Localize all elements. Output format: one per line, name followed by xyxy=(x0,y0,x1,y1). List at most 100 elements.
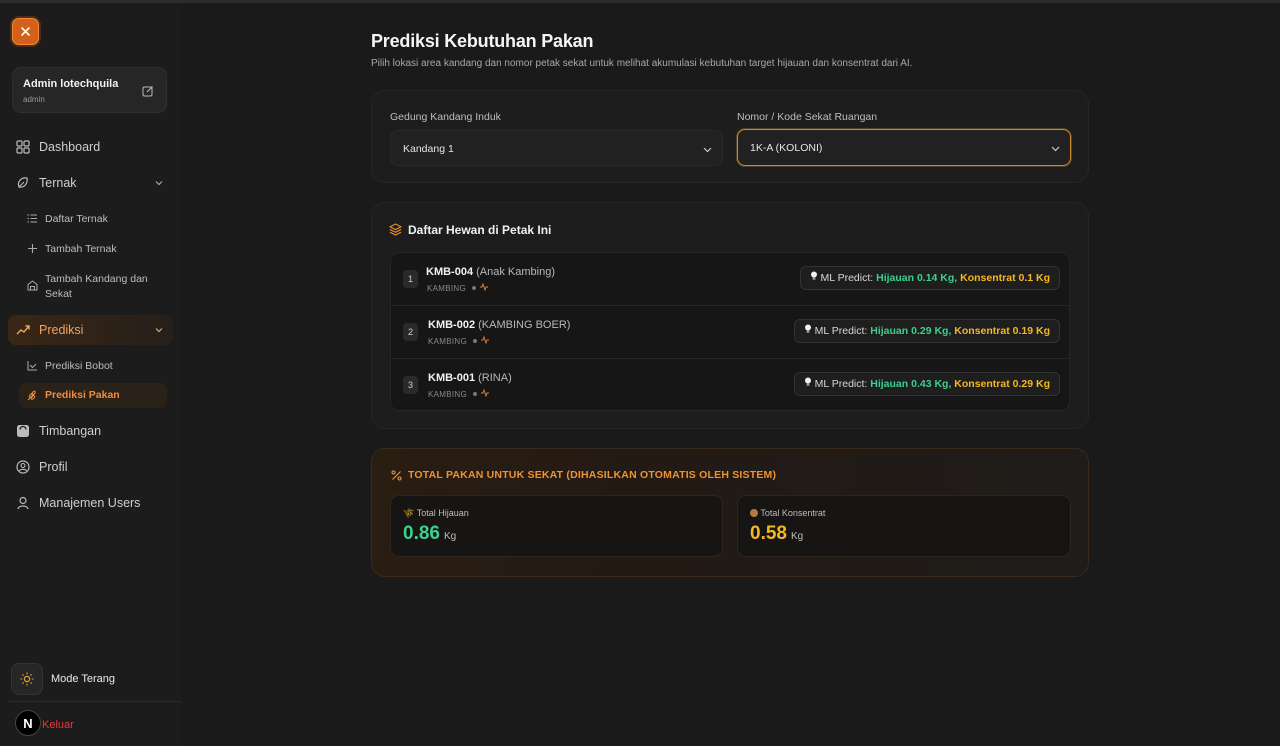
user-role: admin xyxy=(23,95,45,104)
row-number: 1 xyxy=(403,270,418,288)
list-item[interactable]: 3 KMB-001 (RINA) KAMBING ML Predict: Hij… xyxy=(391,359,1069,410)
lightbulb-icon xyxy=(804,324,811,333)
total-konsentrat-box: Total Konsentrat 0.58 Kg xyxy=(737,495,1071,557)
theme-toggle-button[interactable] xyxy=(11,663,43,695)
theme-toggle-label: Mode Terang xyxy=(51,673,116,685)
animal-type-text: KAMBING xyxy=(427,284,466,293)
chevron-down-icon xyxy=(703,147,712,153)
animal-type: KAMBING xyxy=(428,335,489,346)
list-icon xyxy=(27,214,37,223)
animal-code: KMB-001 (RINA) xyxy=(428,372,512,384)
nav-timbangan-label: Timbangan xyxy=(39,424,102,438)
barn-icon xyxy=(27,280,38,291)
nav-profil-label: Profil xyxy=(39,460,68,474)
nav-timbangan[interactable]: Timbangan xyxy=(8,416,173,446)
separator-dot xyxy=(472,286,476,290)
list-item[interactable]: 1 KMB-004 (Anak Kambing) KAMBING ML Pred… xyxy=(391,253,1069,306)
nav-manajemen-users-label: Manajemen Users xyxy=(39,496,141,510)
sidebar-item-label: Daftar Ternak xyxy=(45,213,108,225)
close-sidebar-button[interactable] xyxy=(12,18,39,45)
animal-type-text: KAMBING xyxy=(428,337,467,346)
plus-icon xyxy=(28,244,37,253)
building-select[interactable]: Kandang 1 xyxy=(390,130,723,166)
total-hijauan-value: 0.86 xyxy=(403,523,440,544)
total-section-title: TOTAL PAKAN UNTUK SEKAT (DIHASILKAN OTOM… xyxy=(408,469,777,481)
ml-predict-label: ML Predict: xyxy=(820,272,874,284)
hijauan-prediction: Hijauan 0.14 Kg, xyxy=(876,272,958,284)
separator-dot xyxy=(473,392,477,396)
chevron-down-icon xyxy=(1051,146,1060,152)
row-number: 2 xyxy=(403,323,418,341)
animal-name: (RINA) xyxy=(478,372,512,384)
user-card[interactable]: Admin lotechquila admin xyxy=(12,67,167,113)
ml-predict-badge: ML Predict: Hijauan 0.43 Kg, Konsentrat … xyxy=(793,372,1060,396)
animal-type: KAMBING xyxy=(428,388,489,399)
building-label: Gedung Kandang Induk xyxy=(390,111,501,123)
nav-dashboard[interactable]: Dashboard xyxy=(8,132,173,162)
total-hijauan-label-row: 🌾︎ Total Hijauan xyxy=(403,508,469,519)
total-hijauan-value-row: 0.86 Kg xyxy=(403,523,456,545)
sidebar-item-prediksi-pakan[interactable]: Prediksi Pakan xyxy=(19,383,167,408)
wheat-icon xyxy=(27,390,36,401)
sidebar-item-label: Prediksi Bobot xyxy=(45,360,113,372)
total-hijauan-label: Total Hijauan xyxy=(416,508,469,518)
total-konsentrat-value-row: 0.58 Kg xyxy=(750,523,803,545)
animal-code-text: KMB-001 xyxy=(428,372,476,384)
sidebar-item-label: Tambah Kandang dan Sekat xyxy=(45,273,148,300)
percent-icon xyxy=(391,470,402,481)
pellet-icon xyxy=(750,509,758,517)
pen-select[interactable]: 1K-A (KOLONI) xyxy=(737,129,1071,166)
chevron-down-icon xyxy=(155,181,163,186)
total-hijauan-box: 🌾︎ Total Hijauan 0.86 Kg xyxy=(390,495,723,557)
sidebar-item-tambah-kandang[interactable]: Tambah Kandang dan Sekat xyxy=(19,270,167,302)
unit-label: Kg xyxy=(790,531,804,542)
nav-ternak[interactable]: Ternak xyxy=(8,168,173,198)
animal-type-text: KAMBING xyxy=(428,390,467,399)
total-konsentrat-label-row: Total Konsentrat xyxy=(750,508,825,518)
divider xyxy=(8,701,181,702)
animal-code-text: KMB-002 xyxy=(428,319,476,331)
animal-code: KMB-002 (KAMBING BOER) xyxy=(428,319,570,331)
animal-code-text: KMB-004 xyxy=(426,266,474,278)
logout-button[interactable]: Keluar xyxy=(42,719,74,731)
chevron-down-icon xyxy=(155,328,163,333)
animal-type: KAMBING xyxy=(427,282,488,293)
scale-icon xyxy=(17,425,29,437)
unit-label: Kg xyxy=(443,531,457,542)
animal-name: (Anak Kambing) xyxy=(476,266,556,278)
activity-icon xyxy=(481,388,489,398)
edit-icon[interactable] xyxy=(142,85,154,97)
close-icon xyxy=(21,27,30,36)
layers-icon xyxy=(389,223,402,236)
konsentrat-prediction: Konsentrat 0.29 Kg xyxy=(954,378,1050,390)
building-select-value: Kandang 1 xyxy=(403,143,454,155)
nav-manajemen-users[interactable]: Manajemen Users xyxy=(8,488,173,518)
user-circle-icon xyxy=(16,460,30,474)
list-item[interactable]: 2 KMB-002 (KAMBING BOER) KAMBING ML Pred… xyxy=(391,306,1069,359)
page-subtitle: Pilih lokasi area kandang dan nomor peta… xyxy=(371,58,913,69)
nav-ternak-label: Ternak xyxy=(39,176,77,190)
filter-card: Gedung Kandang Induk Kandang 1 Nomor / K… xyxy=(371,90,1089,183)
nav-profil[interactable]: Profil xyxy=(8,452,173,482)
user-icon xyxy=(17,496,29,510)
row-number: 3 xyxy=(403,376,418,394)
separator-dot xyxy=(473,339,477,343)
livestock-icon xyxy=(17,177,28,188)
sun-icon xyxy=(20,672,34,686)
total-konsentrat-value: 0.58 xyxy=(750,523,787,544)
nav-prediksi[interactable]: Prediksi xyxy=(8,315,173,345)
pen-select-value: 1K-A (KOLONI) xyxy=(750,142,823,154)
trend-up-icon xyxy=(16,325,30,335)
chart-axis-icon xyxy=(27,361,37,371)
lightbulb-icon xyxy=(804,377,811,386)
dashboard-icon xyxy=(16,140,30,154)
grass-icon: 🌾︎ xyxy=(403,508,415,518)
avatar: N xyxy=(15,710,41,736)
nav-prediksi-label: Prediksi xyxy=(39,323,84,337)
activity-icon xyxy=(481,335,489,345)
animal-name: (KAMBING BOER) xyxy=(478,319,571,331)
animals-list: 1 KMB-004 (Anak Kambing) KAMBING ML Pred… xyxy=(390,252,1070,411)
animal-code: KMB-004 (Anak Kambing) xyxy=(426,266,555,278)
lightbulb-icon xyxy=(810,271,817,280)
ml-predict-label: ML Predict: xyxy=(814,378,868,390)
